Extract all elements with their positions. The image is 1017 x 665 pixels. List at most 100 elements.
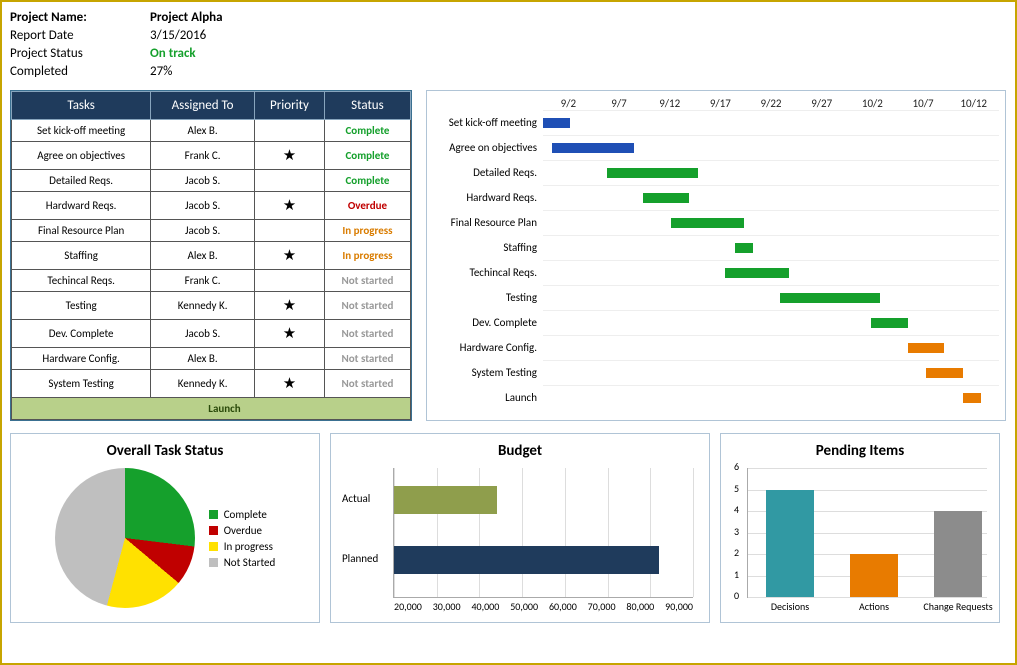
task-priority: ★	[254, 242, 324, 270]
gantt-label: Final Resource Plan	[433, 216, 543, 229]
legend-item: Complete	[209, 508, 276, 521]
budget-tick: 70,000	[588, 600, 616, 613]
task-assigned: Alex B.	[151, 348, 255, 370]
task-name: Set kick-off meeting	[12, 120, 151, 142]
gantt-row: System Testing	[433, 360, 999, 385]
task-status: In progress	[324, 242, 410, 270]
task-status: Not started	[324, 320, 410, 348]
launch-row: Launch	[12, 398, 411, 420]
task-assigned: Jacob S.	[151, 220, 255, 242]
gantt-track	[543, 385, 999, 410]
gantt-track	[543, 285, 999, 310]
task-priority	[254, 120, 324, 142]
task-status: Complete	[324, 120, 410, 142]
gantt-row: Agree on objectives	[433, 135, 999, 160]
legend-item: Not Started	[209, 556, 276, 569]
gantt-row: Staffing	[433, 235, 999, 260]
task-name: Hardware Config.	[12, 348, 151, 370]
pie-legend: Complete Overdue In progress Not Started	[209, 505, 276, 572]
meta-label-status: Project Status	[10, 46, 150, 61]
task-assigned: Jacob S.	[151, 170, 255, 192]
star-icon: ★	[283, 197, 296, 215]
gantt-tick: 10/2	[847, 97, 898, 110]
gantt-row: Hardware Config.	[433, 335, 999, 360]
task-name: Techincal Reqs.	[12, 270, 151, 292]
gantt-tick: 9/7	[594, 97, 645, 110]
gantt-row: Hardward Reqs.	[433, 185, 999, 210]
budget-tick: 30,000	[433, 600, 461, 613]
task-name: Testing	[12, 292, 151, 320]
table-row: Hardware Config.Alex B.Not started	[12, 348, 411, 370]
legend-label: In progress	[224, 540, 273, 553]
legend-label: Complete	[224, 508, 267, 521]
meta-label-completed: Completed	[10, 64, 150, 79]
meta-label-date: Report Date	[10, 28, 150, 43]
budget-tick: 80,000	[626, 600, 654, 613]
task-priority	[254, 170, 324, 192]
pending-ytick: 6	[734, 460, 739, 473]
gantt-row: Launch	[433, 385, 999, 410]
gantt-track	[543, 110, 999, 135]
budget-tick: 90,000	[665, 600, 693, 613]
task-status: Overdue	[324, 192, 410, 220]
legend-label: Overdue	[224, 524, 262, 537]
gantt-label: Dev. Complete	[433, 316, 543, 329]
table-row: Agree on objectivesFrank C.★Complete	[12, 142, 411, 170]
meta-project-name: Project Alpha	[150, 10, 223, 25]
task-priority: ★	[254, 292, 324, 320]
gantt-bar	[926, 368, 962, 378]
legend-swatch	[209, 558, 218, 567]
gantt-label: Testing	[433, 291, 543, 304]
table-row: TestingKennedy K.★Not started	[12, 292, 411, 320]
table-row: Detailed Reqs.Jacob S.Complete	[12, 170, 411, 192]
gantt-label: Hardware Config.	[433, 341, 543, 354]
gantt-label: Detailed Reqs.	[433, 166, 543, 179]
pending-category: Actions	[834, 600, 914, 613]
meta-label-project: Project Name:	[10, 10, 150, 25]
budget-tick: 40,000	[471, 600, 499, 613]
budget-tick: 60,000	[549, 600, 577, 613]
gantt-bar	[671, 218, 744, 228]
gantt-row: Final Resource Plan	[433, 210, 999, 235]
meta-completed: 27%	[150, 64, 172, 79]
gantt-label: Set kick-off meeting	[433, 116, 543, 129]
task-priority	[254, 220, 324, 242]
gantt-row: Testing	[433, 285, 999, 310]
tasks-header: Tasks	[12, 92, 151, 120]
overall-task-status-chart: Overall Task Status Complete Overdue In pr…	[10, 433, 320, 623]
pending-bar	[934, 511, 982, 597]
task-assigned: Frank C.	[151, 270, 255, 292]
task-name: Final Resource Plan	[12, 220, 151, 242]
pie-graphic	[55, 468, 195, 608]
gantt-row: Set kick-off meeting	[433, 110, 999, 135]
task-assigned: Frank C.	[151, 142, 255, 170]
pending-ytick: 0	[734, 589, 739, 602]
pending-bar	[850, 554, 898, 597]
task-assigned: Jacob S.	[151, 192, 255, 220]
table-row: Set kick-off meetingAlex B.Complete	[12, 120, 411, 142]
pie-title: Overall Task Status	[15, 442, 315, 460]
gantt-tick: 10/7	[898, 97, 949, 110]
budget-tick: 20,000	[394, 600, 422, 613]
legend-swatch	[209, 510, 218, 519]
gantt-track	[543, 360, 999, 385]
tasks-panel: TasksAssigned ToPriorityStatus Set kick-…	[10, 90, 412, 421]
table-row: System TestingKennedy K.★Not started	[12, 370, 411, 398]
pending-category: Decisions	[750, 600, 830, 613]
budget-tick: 50,000	[510, 600, 538, 613]
meta-report-date: 3/15/2016	[150, 28, 206, 43]
budget-series-label: Actual	[342, 492, 370, 505]
task-name: Hardward Reqs.	[12, 192, 151, 220]
table-row: Dev. CompleteJacob S.★Not started	[12, 320, 411, 348]
gantt-tick: 9/17	[695, 97, 746, 110]
task-priority: ★	[254, 370, 324, 398]
gantt-label: Hardward Reqs.	[433, 191, 543, 204]
task-assigned: Kennedy K.	[151, 292, 255, 320]
gantt-bar	[780, 293, 880, 303]
legend-item: In progress	[209, 540, 276, 553]
pending-ytick: 5	[734, 482, 739, 495]
legend-swatch	[209, 542, 218, 551]
task-status: Not started	[324, 270, 410, 292]
gantt-bar	[607, 168, 698, 178]
gantt-label: System Testing	[433, 366, 543, 379]
